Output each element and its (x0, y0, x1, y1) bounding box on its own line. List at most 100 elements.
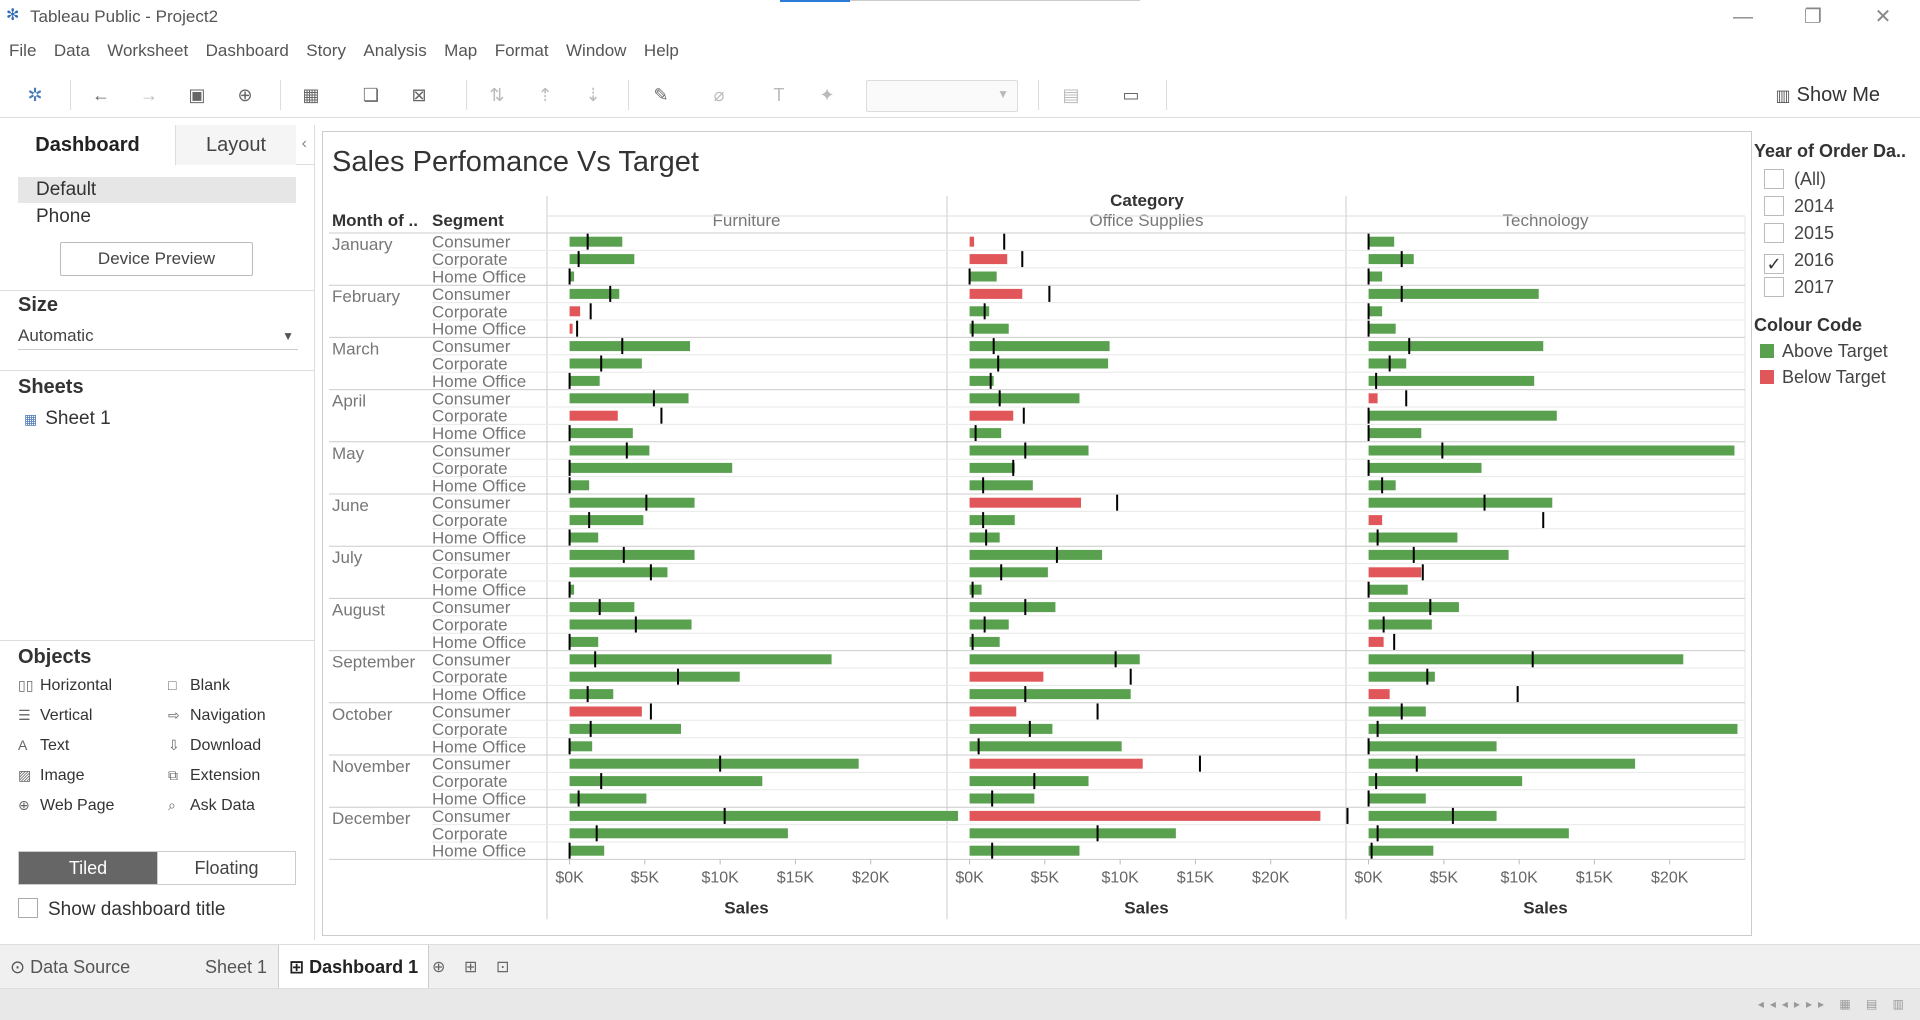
fit-combo[interactable]: ▼ (866, 80, 1018, 112)
sales-bar (569, 706, 642, 717)
show-cards-icon[interactable]: ▤ (1058, 82, 1084, 108)
device-phone[interactable]: Phone (18, 204, 296, 230)
object-horizontal[interactable]: ▯▯ Horizontal (18, 677, 112, 695)
sheet-navigation-icons[interactable]: ◂◂◂▸▸▸ ▦ ▤ ▥ (1758, 997, 1910, 1011)
filter-option-2016[interactable]: ✓ 2016 (1764, 250, 1834, 274)
clear-icon[interactable]: ⊠ (406, 82, 432, 108)
tab-data-source[interactable]: ⊙ Data Source (0, 945, 140, 989)
segment-label: Consumer (432, 703, 511, 722)
menu-story[interactable]: Story (306, 36, 346, 66)
group-icon[interactable]: ⌀ (706, 82, 732, 108)
new-dashboard-icon[interactable]: ⊞ (464, 957, 477, 977)
show-dashboard-title-checkbox[interactable]: Show dashboard title (18, 898, 225, 921)
filter-option-2015[interactable]: 2015 (1764, 223, 1834, 244)
legend-item-above[interactable]: Above Target (1760, 341, 1888, 362)
sales-bar (1368, 323, 1396, 334)
new-worksheet-icon[interactable]: ▦ (298, 82, 324, 108)
new-datasource-icon[interactable]: ⊕ (232, 82, 258, 108)
label-icon[interactable]: T (766, 82, 792, 108)
sales-bar (569, 723, 682, 734)
sheet-item[interactable]: ▦ Sheet 1 (24, 408, 111, 430)
sales-bar (969, 776, 1089, 787)
presentation-icon[interactable]: ▭ (1118, 82, 1144, 108)
sales-bar (1368, 341, 1544, 352)
sales-bar (1368, 793, 1426, 804)
sales-bar (1368, 567, 1422, 578)
tab-dashboard[interactable]: Dashboard (0, 125, 176, 165)
object-vertical[interactable]: ☰ Vertical (18, 707, 92, 725)
object-text[interactable]: A Text (18, 737, 69, 755)
filter-option-label: (All) (1794, 169, 1826, 189)
tab-dashboard-1[interactable]: ⊞ Dashboard 1 (278, 945, 430, 989)
axis-tick-label: $10K (701, 869, 739, 886)
object-download[interactable]: ⇩ Download (168, 737, 261, 755)
menu-analysis[interactable]: Analysis (363, 36, 426, 66)
tab-sheet-1[interactable]: Sheet 1 (195, 945, 277, 989)
menu-dashboard[interactable]: Dashboard (206, 36, 289, 66)
segment-label: Corporate (432, 407, 508, 426)
sales-bar (569, 497, 695, 508)
sales-bar (969, 549, 1103, 560)
object-blank[interactable]: □ Blank (168, 677, 230, 695)
category-label: Office Supplies (1089, 211, 1203, 230)
axis-tick-label: $0K (955, 869, 984, 886)
object-web-page[interactable]: ⊕ Web Page (18, 797, 114, 815)
new-story-icon[interactable]: ⊡ (496, 957, 509, 977)
object-extension[interactable]: ⧉ Extension (168, 767, 260, 785)
menu-map[interactable]: Map (444, 36, 477, 66)
toolbar-divider (628, 80, 629, 110)
device-preview-button[interactable]: Device Preview (60, 242, 253, 276)
floating-button[interactable]: Floating (157, 852, 295, 884)
duplicate-icon[interactable]: ❏ (358, 82, 384, 108)
sheet-tabs-bar: ⊙ Data Source Sheet 1 ⊞ Dashboard 1 ⊕ ⊞ … (0, 944, 1920, 989)
device-default[interactable]: Default (18, 177, 296, 203)
size-dropdown[interactable]: Automatic ▼ (18, 322, 298, 350)
close-icon[interactable]: ✕ (1858, 2, 1908, 32)
legend-item-below[interactable]: Below Target (1760, 367, 1886, 388)
sales-bar (969, 654, 1140, 665)
collapse-pane-icon[interactable]: ‹ (302, 135, 307, 153)
horizontal-icon: ▯▯ (18, 677, 34, 693)
sales-bar (569, 845, 605, 856)
redo-icon[interactable]: → (136, 82, 162, 108)
minimize-icon[interactable]: — (1718, 2, 1768, 32)
menu-worksheet[interactable]: Worksheet (107, 36, 188, 66)
menu-file[interactable]: File (9, 36, 36, 66)
show-me-button[interactable]: ▥ Show Me (1776, 80, 1881, 112)
tab-layout[interactable]: Layout (176, 125, 296, 165)
undo-icon[interactable]: ← (88, 82, 114, 108)
menu-data[interactable]: Data (54, 36, 90, 66)
segment-label: Corporate (432, 355, 508, 374)
save-icon[interactable]: ▣ (184, 82, 210, 108)
tableau-logo-icon[interactable]: ✲ (22, 82, 48, 108)
month-header: Month of .. (332, 211, 418, 230)
sort-asc-icon[interactable]: ⇡ (532, 82, 558, 108)
filter-option-2014[interactable]: 2014 (1764, 196, 1834, 217)
toolbar-divider (1038, 80, 1039, 110)
pin-icon[interactable]: ✦ (814, 82, 840, 108)
red-swatch (1760, 370, 1774, 384)
menu-window[interactable]: Window (566, 36, 626, 66)
swap-icon[interactable]: ⇅ (484, 82, 510, 108)
restore-icon[interactable]: ❐ (1788, 2, 1838, 32)
sales-bar (1368, 288, 1539, 299)
menu-help[interactable]: Help (644, 36, 679, 66)
tab-label: Dashboard 1 (309, 957, 419, 977)
sort-desc-icon[interactable]: ⇣ (580, 82, 606, 108)
tiled-button[interactable]: Tiled (19, 852, 157, 884)
filter-option-all[interactable]: (All) (1764, 169, 1826, 190)
sales-bar (569, 741, 593, 752)
segment-label: Consumer (432, 389, 511, 408)
size-heading: Size (18, 294, 59, 316)
object-ask-data[interactable]: ⌕ Ask Data (168, 797, 255, 815)
object-label: Blank (190, 677, 231, 694)
sales-bar (1368, 358, 1407, 369)
object-navigation[interactable]: ⇨ Navigation (168, 707, 266, 725)
filter-option-2017[interactable]: 2017 (1764, 277, 1834, 298)
object-image[interactable]: ▨ Image (18, 767, 84, 785)
menu-format[interactable]: Format (495, 36, 549, 66)
new-worksheet-icon[interactable]: ⊕ (432, 957, 445, 977)
sales-bar (569, 428, 633, 439)
highlight-icon[interactable]: ✎ (648, 82, 674, 108)
month-label: January (332, 235, 393, 254)
